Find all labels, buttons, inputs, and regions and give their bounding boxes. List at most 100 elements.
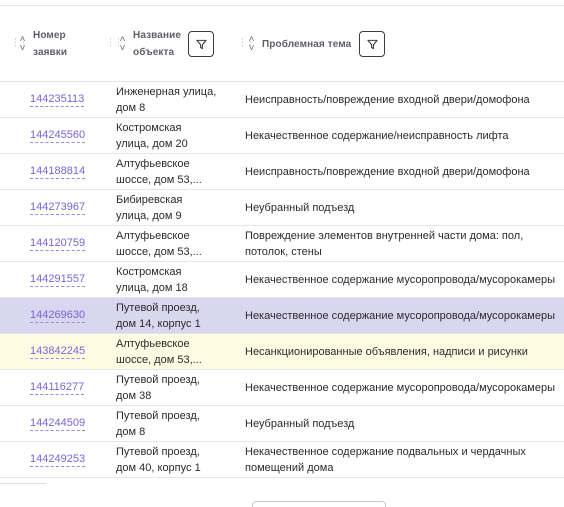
problem-topic-cell: Некачественное содержание мусоропровода/… [245, 262, 563, 298]
problem-topic-line: Несанкционированные объявления, надписи … [245, 346, 528, 358]
sort-arrows-icon[interactable]: ˄ ˅ [247, 29, 256, 59]
object-name-cell: Алтуфьевское шоссе, дом 53,... [116, 226, 234, 262]
request-number-link[interactable]: 144269630 [30, 309, 86, 323]
problem-topic-cell: Некачественное содержание/неисправность … [245, 118, 563, 154]
object-name-line: Путевой проезд, [116, 446, 200, 458]
request-number-link[interactable]: 144249253 [30, 453, 86, 467]
problem-topic-cell: Несанкционированные объявления, надписи … [245, 334, 563, 370]
problem-topic-line: Неисправность/повреждение входной двери/… [245, 94, 530, 106]
request-number-link[interactable]: 144273967 [30, 201, 86, 215]
request-number-cell: 143842245 [30, 334, 86, 370]
table-row[interactable]: 144235113 Инженерная улица, дом 8 Неиспра… [0, 82, 564, 118]
object-name-line: Путевой проезд, [116, 302, 200, 314]
problem-topic-line: Некачественное содержание подвальных и ч… [245, 446, 526, 458]
object-name-line: Путевой проезд, [116, 410, 200, 422]
object-name-line: Путевой проезд, [116, 374, 200, 386]
request-number-cell: 144249253 [30, 442, 86, 478]
table-row[interactable]: 144188814 Алтуфьевское шоссе, дом 53,... … [0, 154, 564, 190]
table-row[interactable]: 144244509 Путевой проезд, дом 8 Неубранны… [0, 406, 564, 442]
object-name-line: Алтуфьевское [116, 230, 190, 242]
problem-topic-line: Неубранный подъезд [245, 202, 355, 214]
column-header-label: Проблемная тема [262, 38, 352, 50]
problem-topic-cell: Некачественное содержание мусоропровода/… [245, 370, 563, 406]
object-name-line: Инженерная улица, [116, 86, 217, 98]
object-name-line: шоссе, дом 53,... [116, 174, 202, 186]
object-name-cell: Костромская улица, дом 18 [116, 262, 234, 298]
request-number-cell: 144245560 [30, 118, 86, 154]
request-number-cell: 144291557 [30, 262, 86, 298]
object-name-line: шоссе, дом 53,... [116, 246, 202, 258]
column-header-label: Название объекта [133, 30, 182, 58]
problem-topic-cell: Неисправность/повреждение входной двери/… [245, 154, 563, 190]
request-number-link[interactable]: 144188814 [30, 165, 86, 179]
table-row[interactable]: 144291557 Костромская улица, дом 18 Некач… [0, 262, 564, 298]
object-name-cell: Путевой проезд, дом 14, корпус 1 [116, 298, 234, 334]
column-header-object-name[interactable]: ˄ ˅ Название объекта [118, 6, 215, 82]
object-name-cell: Инженерная улица, дом 8 [116, 82, 234, 118]
request-number-cell: 144188814 [30, 154, 86, 190]
object-name-line: Костромская [116, 266, 182, 278]
request-number-link[interactable]: 144244509 [30, 417, 86, 431]
request-number-cell: 144235113 [30, 82, 85, 118]
object-name-line: улица, дом 9 [116, 210, 182, 222]
request-number-link[interactable]: 144235113 [30, 93, 85, 107]
sort-desc-icon[interactable]: ˅ [118, 44, 127, 54]
problem-topic-cell: Неубранный подъезд [245, 190, 563, 226]
table-row[interactable]: 144273967 Бибиревская улица, дом 9 Неубра… [0, 190, 564, 226]
object-name-line: улица, дом 20 [116, 138, 188, 150]
request-number-link[interactable]: 144291557 [30, 273, 86, 287]
sort-arrows-icon[interactable]: ˄ ˅ [118, 29, 127, 59]
table-row[interactable]: 143842245 Алтуфьевское шоссе, дом 53,... … [0, 334, 564, 370]
problem-topic-line: Некачественное содержание мусоропровода/… [245, 274, 556, 286]
problem-topic-cell: Неубранный подъезд [245, 406, 563, 442]
table-header: ⋮⋮ ˄ ˅ Номер заявки ⋮⋮ ˄ ˅ Название объе… [0, 6, 564, 82]
table-row[interactable]: 144116277 Путевой проезд, дом 38 Некачест… [0, 370, 564, 406]
request-number-cell: 144116277 [30, 370, 85, 406]
column-header-label: Номер заявки [33, 30, 68, 58]
object-filter-button[interactable] [188, 31, 215, 57]
object-name-line: улица, дом 18 [116, 282, 188, 294]
request-number-cell: 144120759 [30, 226, 86, 262]
object-name-line: Алтуфьевское [116, 158, 190, 170]
request-number-link[interactable]: 143842245 [30, 345, 86, 359]
drag-grip-icon[interactable]: ⋮⋮ [11, 37, 28, 47]
problem-topic-cell: Неисправность/повреждение входной двери/… [245, 82, 563, 118]
problem-topic-line: Некачественное содержание/неисправность … [245, 130, 509, 142]
sort-arrows-icon[interactable]: ˄ ˅ [18, 29, 27, 59]
object-name-line: дом 8 [116, 426, 146, 438]
drag-grip-icon[interactable]: ⋮⋮ [106, 37, 123, 47]
problem-topic-cell: Повреждение элементов внутренней части д… [245, 226, 563, 262]
column-header-request-number[interactable]: ˄ ˅ Номер заявки [18, 6, 67, 82]
table-row[interactable]: 144245560 Костромская улица, дом 20 Некач… [0, 118, 564, 154]
table-row[interactable]: 144120759 Алтуфьевское шоссе, дом 53,... … [0, 226, 564, 262]
request-number-link[interactable]: 144120759 [30, 237, 86, 251]
problem-topic-line: Неубранный подъезд [245, 418, 355, 430]
object-name-line: дом 14, корпус 1 [116, 318, 201, 330]
drag-grip-icon[interactable]: ⋮⋮ [238, 37, 255, 47]
request-number-cell: 144273967 [30, 190, 86, 226]
sort-desc-icon[interactable]: ˅ [247, 44, 256, 54]
object-name-line: дом 8 [116, 102, 146, 114]
filter-icon [195, 39, 207, 49]
request-number-link[interactable]: 144245560 [30, 129, 86, 143]
topic-filter-button[interactable] [359, 31, 386, 57]
request-number-cell: 144244509 [30, 406, 86, 442]
problem-topic-cell: Некачественное содержание подвальных и ч… [245, 442, 563, 478]
object-name-cell: Бибиревская улица, дом 9 [116, 190, 234, 226]
object-name-cell: Алтуфьевское шоссе, дом 53,... [116, 334, 234, 370]
sort-desc-icon[interactable]: ˅ [18, 44, 27, 54]
table-row[interactable]: 144269630 Путевой проезд, дом 14, корпус … [0, 298, 564, 334]
object-name-line: шоссе, дом 53,... [116, 354, 202, 366]
column-header-problem-topic[interactable]: ˄ ˅ Проблемная тема [247, 6, 386, 82]
load-more-button[interactable] [252, 501, 386, 507]
object-name-cell: Путевой проезд, дом 8 [116, 406, 234, 442]
object-name-line: Костромская [116, 122, 182, 134]
object-name-cell: Путевой проезд, дом 38 [116, 370, 234, 406]
problem-topic-line: потолок, стены [245, 246, 322, 258]
request-number-cell: 144269630 [30, 298, 86, 334]
problem-topic-line: Повреждение элементов внутренней части д… [245, 230, 524, 242]
request-number-link[interactable]: 144116277 [30, 381, 85, 395]
object-name-line: Алтуфьевское [116, 338, 190, 350]
object-name-cell: Алтуфьевское шоссе, дом 53,... [116, 154, 234, 190]
table-row[interactable]: 144249253 Путевой проезд, дом 40, корпус … [0, 442, 564, 478]
